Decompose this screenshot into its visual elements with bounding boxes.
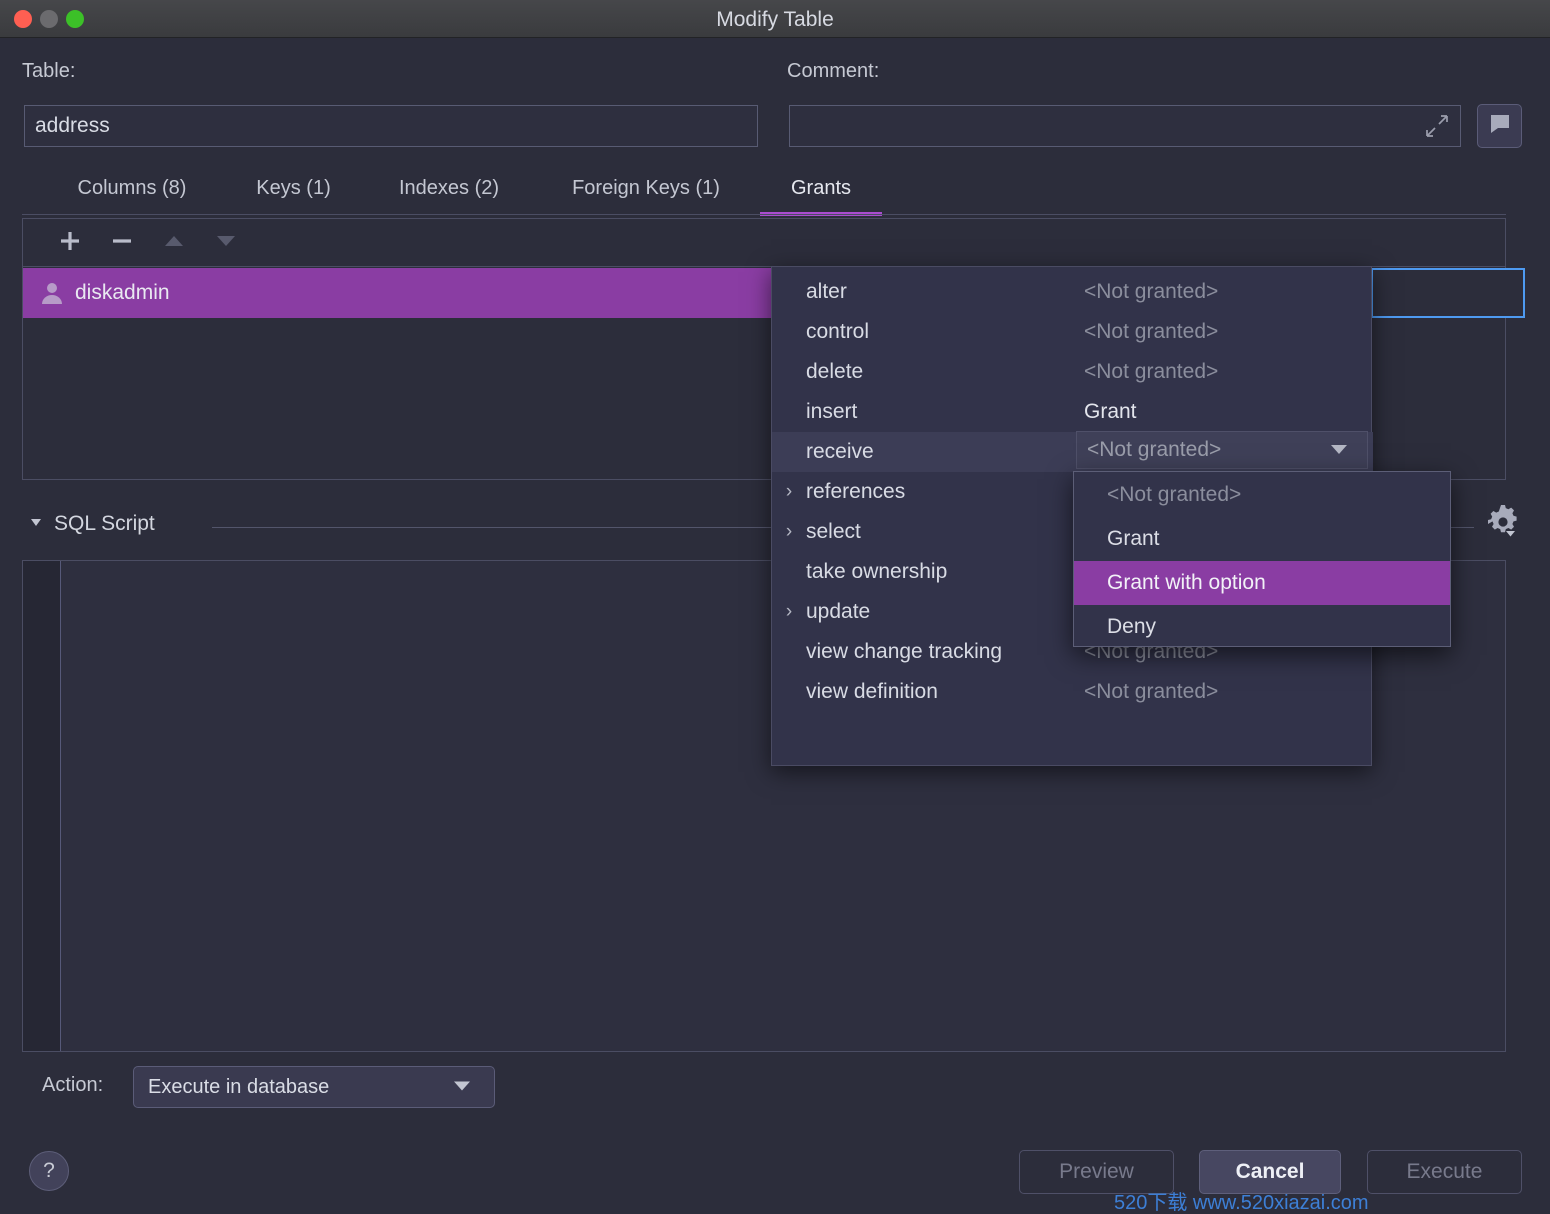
modify-table-dialog: Modify Table Table: address Comment: Col… xyxy=(0,0,1550,1214)
sql-script-label: SQL Script xyxy=(54,512,155,535)
caret-down-icon xyxy=(452,1076,472,1099)
move-down-button[interactable] xyxy=(211,230,241,256)
action-label: Action: xyxy=(42,1074,104,1096)
dropdown-option-deny[interactable]: Deny xyxy=(1074,605,1450,649)
grant-options-dropdown: <Not granted> Grant Grant with option De… xyxy=(1073,471,1451,647)
action-select-value: Execute in database xyxy=(148,1075,330,1098)
cancel-label: Cancel xyxy=(1235,1160,1305,1183)
grants-focused-cell[interactable] xyxy=(1371,268,1525,318)
tab-keys[interactable]: Keys (1) xyxy=(237,172,350,216)
permission-name: select xyxy=(806,520,861,543)
comment-editor-button[interactable] xyxy=(1477,104,1522,148)
action-select[interactable]: Execute in database xyxy=(133,1066,495,1108)
help-button[interactable]: ? xyxy=(29,1151,69,1191)
window-titlebar: Modify Table xyxy=(0,0,1550,38)
move-up-button[interactable] xyxy=(159,230,189,256)
window-title: Modify Table xyxy=(716,8,834,31)
comment-input[interactable] xyxy=(789,105,1461,147)
permission-name: take ownership xyxy=(806,560,948,583)
dropdown-option-label: Grant xyxy=(1107,527,1160,550)
grantee-name: diskadmin xyxy=(75,281,170,304)
tab-foreign-keys-label: Foreign Keys (1) xyxy=(572,177,720,199)
caret-down-icon[interactable] xyxy=(1329,438,1349,462)
add-button[interactable] xyxy=(55,230,85,256)
user-icon xyxy=(41,281,63,305)
tab-indexes-label: Indexes (2) xyxy=(398,177,500,199)
table-editor-tabs: Columns (8) Keys (1) Indexes (2) Foreign… xyxy=(0,172,1550,216)
dropdown-option-not-granted[interactable]: <Not granted> xyxy=(1074,473,1450,517)
triangle-down-icon[interactable] xyxy=(28,512,44,536)
speech-bubble-icon xyxy=(1488,112,1512,141)
tab-grants-label: Grants xyxy=(790,177,852,199)
sql-script-header[interactable]: SQL Script xyxy=(28,512,155,536)
permission-value-select-value: <Not granted> xyxy=(1087,438,1222,461)
tab-grants[interactable]: Grants xyxy=(760,172,882,216)
grants-toolbar xyxy=(23,219,1505,267)
tab-columns-label: Columns (8) xyxy=(77,177,187,199)
tab-keys-label: Keys (1) xyxy=(256,177,331,199)
permission-value-select[interactable]: <Not granted> xyxy=(1076,431,1368,469)
minus-icon xyxy=(110,229,134,258)
dropdown-option-label: <Not granted> xyxy=(1107,483,1242,506)
permission-name: view change tracking xyxy=(806,640,1003,663)
table-name-value: address xyxy=(35,114,110,137)
triangle-down-icon xyxy=(215,230,237,257)
permission-row-insert[interactable]: insert Grant xyxy=(772,392,1373,432)
plus-icon xyxy=(58,229,82,258)
table-name-input[interactable]: address xyxy=(24,105,758,147)
dropdown-option-label: Grant with option xyxy=(1107,571,1266,594)
execute-label: Execute xyxy=(1406,1160,1483,1183)
watermark: 520下载 www.520xiazai.com xyxy=(1114,1192,1369,1214)
permission-name: references xyxy=(806,480,906,503)
permission-row-control[interactable]: control <Not granted> xyxy=(772,312,1373,352)
permission-name: update xyxy=(806,600,871,623)
tabs-divider xyxy=(22,214,1506,215)
permission-row-alter[interactable]: alter <Not granted> xyxy=(772,272,1373,312)
dropdown-option-label: Deny xyxy=(1107,615,1157,638)
expand-diagonal-icon[interactable] xyxy=(1426,115,1448,137)
triangle-up-icon xyxy=(163,230,185,257)
permission-value: <Not granted> xyxy=(1084,360,1219,383)
preview-label: Preview xyxy=(1059,1160,1134,1183)
permission-name: delete xyxy=(806,360,864,383)
table-label: Table: xyxy=(22,60,76,82)
remove-button[interactable] xyxy=(107,230,137,256)
chevron-right-icon[interactable]: › xyxy=(772,481,806,503)
help-label: ? xyxy=(43,1159,55,1182)
chevron-right-icon[interactable]: › xyxy=(772,521,806,543)
sql-editor-gutter xyxy=(23,561,61,1051)
permission-name: insert xyxy=(806,400,858,423)
permission-name: alter xyxy=(806,280,847,303)
permission-value: <Not granted> xyxy=(1084,680,1219,703)
dropdown-option-grant-with-option[interactable]: Grant with option xyxy=(1074,561,1450,605)
tab-foreign-keys[interactable]: Foreign Keys (1) xyxy=(548,172,744,216)
permission-row-delete[interactable]: delete <Not granted> xyxy=(772,352,1373,392)
permission-name: control xyxy=(806,320,870,343)
comment-label: Comment: xyxy=(787,60,880,82)
chevron-right-icon[interactable]: › xyxy=(772,601,806,623)
permission-row-view-definition[interactable]: view definition <Not granted> xyxy=(772,672,1373,712)
permission-value: <Not granted> xyxy=(1084,280,1219,303)
tab-indexes[interactable]: Indexes (2) xyxy=(379,172,519,216)
permission-value: <Not granted> xyxy=(1084,320,1219,343)
execute-button[interactable]: Execute xyxy=(1367,1150,1522,1194)
permission-name: view definition xyxy=(806,680,938,703)
dropdown-option-grant[interactable]: Grant xyxy=(1074,517,1450,561)
gear-icon[interactable] xyxy=(1486,503,1520,537)
tab-columns[interactable]: Columns (8) xyxy=(62,172,202,216)
permission-name: receive xyxy=(806,440,874,463)
permission-value: Grant xyxy=(1084,400,1137,423)
